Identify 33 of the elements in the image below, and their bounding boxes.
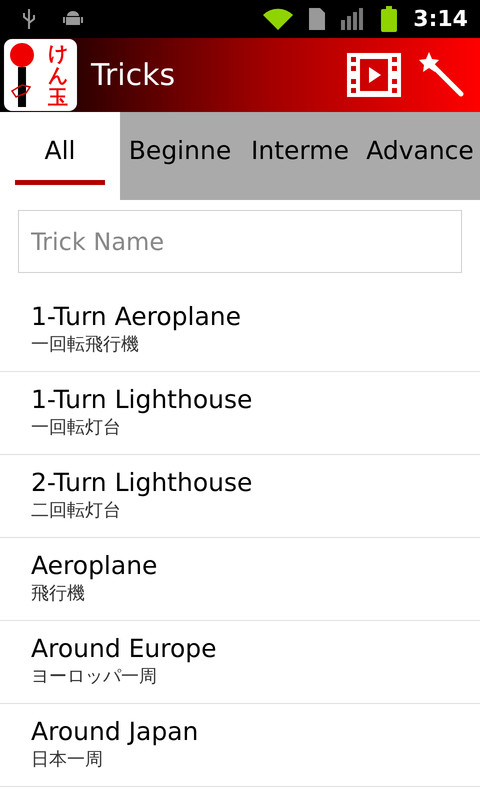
- sim-card-icon: [309, 8, 326, 30]
- tab[interactable]: Beginne: [120, 112, 240, 200]
- trick-japanese-name: 飛行機: [31, 582, 86, 606]
- film-play-icon: [347, 53, 401, 97]
- signal-icon: [341, 8, 366, 30]
- trick-list-item[interactable]: Around Europe ヨーロッパ一周: [0, 621, 480, 704]
- clock-time: 3:14: [413, 6, 468, 34]
- trick-name: 1-Turn Lighthouse: [31, 384, 254, 416]
- tab[interactable]: Interme: [240, 112, 360, 200]
- trick-list-item[interactable]: Around Japan 日本一周: [0, 704, 480, 787]
- trick-japanese-name: 一回転灯台: [31, 416, 122, 440]
- trick-name: 1-Turn Aeroplane: [31, 301, 242, 333]
- trick-name: Around Japan: [31, 716, 200, 748]
- app-logo[interactable]: けん玉: [4, 39, 77, 111]
- search-field[interactable]: Trick Name: [18, 210, 462, 273]
- trick-list-item[interactable]: 1-Turn Lighthouse 一回転灯台: [0, 372, 480, 455]
- trick-japanese-name: 二回転灯台: [31, 499, 122, 523]
- trick-name: Around Europe: [31, 633, 218, 665]
- trick-name: Aeroplane: [31, 550, 158, 582]
- trick-list-item[interactable]: 2-Turn Lighthouse 二回転灯台: [0, 455, 480, 538]
- trick-japanese-name: 日本一周: [31, 748, 104, 772]
- trick-japanese-name: ヨーロッパ一周: [31, 665, 158, 689]
- magic-wand-icon: [419, 52, 465, 98]
- usb-icon: [20, 7, 38, 31]
- battery-icon: [381, 6, 398, 32]
- trick-name: 2-Turn Lighthouse: [31, 467, 254, 499]
- tab[interactable]: Advance: [360, 112, 480, 200]
- trick-list-item[interactable]: 1-Turn Aeroplane 一回転飛行機: [0, 289, 480, 372]
- trick-list-item[interactable]: Aeroplane 飛行機: [0, 538, 480, 621]
- wifi-icon: [263, 8, 294, 30]
- screen-title: Tricks: [91, 56, 176, 94]
- trick-japanese-name: 一回転飛行機: [31, 333, 140, 357]
- logo-text: けん玉: [48, 42, 68, 108]
